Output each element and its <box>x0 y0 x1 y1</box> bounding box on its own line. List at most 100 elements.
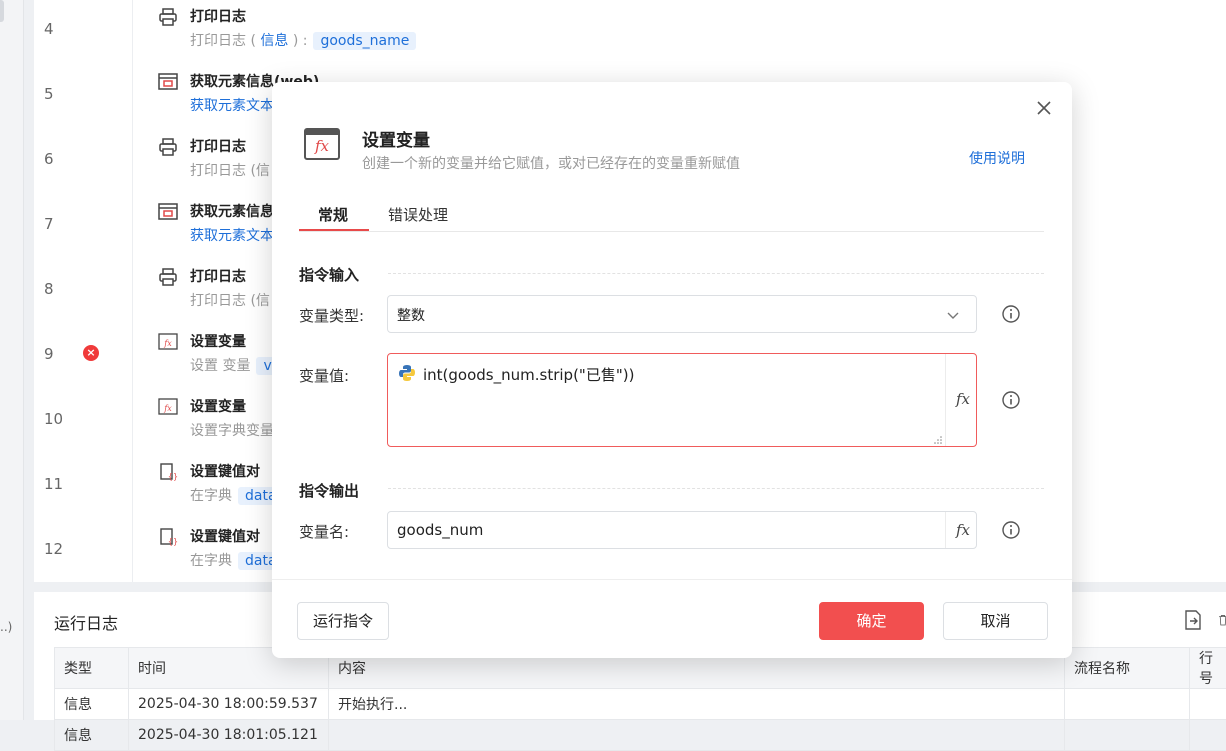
command-summary: 获取元素文本 <box>190 95 274 115</box>
line-number: 5 <box>44 85 74 103</box>
section-title-output: 指令输出 <box>299 480 359 501</box>
line-number: 8 <box>44 280 74 298</box>
set-variable-icon: fx <box>304 128 340 160</box>
web-element-icon <box>158 73 178 91</box>
info-icon[interactable] <box>1001 304 1021 324</box>
export-icon[interactable] <box>1184 610 1202 630</box>
table-row[interactable]: 信息 2025-04-30 18:01:05.121 <box>55 720 1226 751</box>
variable-value-input[interactable]: int(goods_num.strip("已售")) fx <box>387 353 977 447</box>
command-title[interactable]: 打印日志 <box>190 266 246 286</box>
line-number: 11 <box>44 475 74 493</box>
run-log-table: 类型 时间 内容 流程名称 行号 信息 2025-04-30 18:00:59.… <box>54 647 1226 751</box>
variable-type-select[interactable]: 整数 <box>387 295 977 333</box>
log-line-cell <box>1190 689 1226 720</box>
variable-type-label: 变量类型: <box>299 305 364 326</box>
column-header-type[interactable]: 类型 <box>55 648 129 689</box>
tab-error-handling[interactable]: 错误处理 <box>388 204 448 232</box>
set-variable-dialog: fx 设置变量 创建一个新的变量并给它赋值，或对已经存在的变量重新赋值 使用说明… <box>272 82 1072 658</box>
command-title[interactable]: 设置键值对 <box>190 461 260 481</box>
dialog-title: 设置变量 <box>362 126 430 151</box>
dialog-subtitle: 创建一个新的变量并给它赋值，或对已经存在的变量重新赋值 <box>362 153 740 173</box>
section-title-input: 指令输入 <box>299 264 359 285</box>
resize-handle-icon[interactable] <box>934 436 942 444</box>
log-time-cell: 2025-04-30 18:01:05.121 <box>129 720 329 751</box>
tab-general[interactable]: 常规 <box>318 204 348 232</box>
table-row[interactable]: 信息 2025-04-30 18:00:59.537 开始执行... <box>55 689 1226 720</box>
command-title[interactable]: 设置键值对 <box>190 526 260 546</box>
sidebar-edge <box>0 0 4 22</box>
run-command-button[interactable]: 运行指令 <box>297 602 389 640</box>
command-title[interactable]: 打印日志 <box>190 6 246 26</box>
command-title[interactable]: 设置变量 <box>190 396 246 416</box>
log-content-cell <box>329 720 1065 751</box>
section-divider <box>388 273 1044 274</box>
line-number: 12 <box>44 540 74 558</box>
confirm-button[interactable]: 确定 <box>819 602 924 640</box>
truncated-text: ..) <box>0 620 12 634</box>
error-x-icon[interactable]: × <box>83 345 99 361</box>
command-summary: 设置 变量v <box>190 355 279 375</box>
printer-icon <box>158 268 178 286</box>
line-number: 9 <box>44 345 74 363</box>
log-flow-cell <box>1065 689 1190 720</box>
dialog-tabs: 常规 错误处理 <box>299 200 1044 232</box>
command-summary: 设置字典变量 <box>190 420 274 440</box>
variable-name-label: 变量名: <box>299 521 349 542</box>
fx-separator <box>945 512 946 548</box>
line-number: 7 <box>44 215 74 233</box>
python-icon <box>398 364 416 382</box>
command-summary: 在字典data <box>190 485 284 505</box>
close-icon[interactable] <box>1032 96 1056 120</box>
set-variable-icon: fx <box>158 333 178 351</box>
svg-text:fx: fx <box>163 339 172 348</box>
variable-value-label: 变量值: <box>299 365 349 386</box>
dialog-footer: 运行指令 确定 取消 <box>272 579 1072 658</box>
command-title[interactable]: 打印日志 <box>190 136 246 156</box>
variable-name-value: goods_num <box>397 521 483 539</box>
command-summary: 打印日志 (信 <box>190 290 270 310</box>
column-header-line[interactable]: 行号 <box>1190 648 1226 689</box>
gutter-divider <box>132 0 133 582</box>
command-title[interactable]: 设置变量 <box>190 331 246 351</box>
info-icon[interactable] <box>1001 390 1021 410</box>
fx-icon[interactable]: fx <box>956 390 970 408</box>
svg-text:{}: {} <box>168 537 178 546</box>
command-summary: 在字典data <box>190 550 284 570</box>
run-log-title: 运行日志 <box>54 610 118 634</box>
command-summary: 打印日志 ( 信息 ) :goods_name <box>190 30 416 50</box>
printer-icon <box>158 138 178 156</box>
log-type-cell: 信息 <box>55 720 129 751</box>
left-sidebar-strip: ..) <box>0 0 24 720</box>
web-element-icon <box>158 203 178 221</box>
chevron-down-icon <box>946 308 960 322</box>
variable-name-input[interactable]: goods_num fx <box>387 511 977 549</box>
command-summary: 打印日志 (信 <box>190 160 270 180</box>
line-number: 6 <box>44 150 74 168</box>
command-summary: 获取元素文本 <box>190 225 274 245</box>
variable-chip: goods_name <box>313 32 416 50</box>
line-number: 4 <box>44 20 74 38</box>
set-variable-icon: fx <box>158 398 178 416</box>
log-type-cell: 信息 <box>55 689 129 720</box>
svg-text:{}: {} <box>168 472 178 481</box>
dict-key-icon: {} <box>158 528 178 546</box>
svg-text:fx: fx <box>163 404 172 413</box>
fx-icon[interactable]: fx <box>956 521 970 539</box>
log-flow-cell <box>1065 720 1190 751</box>
dict-key-icon: {} <box>158 463 178 481</box>
line-number: 10 <box>44 410 74 428</box>
command-title[interactable]: 获取元素信息 <box>190 201 274 221</box>
delete-icon[interactable] <box>1218 610 1226 630</box>
variable-value-code: int(goods_num.strip("已售")) <box>423 364 634 385</box>
fx-separator <box>945 354 946 446</box>
log-content-cell: 开始执行... <box>329 689 1065 720</box>
printer-icon <box>158 8 178 26</box>
variable-type-value: 整数 <box>397 305 425 325</box>
active-tab-indicator <box>299 229 369 231</box>
column-header-flow-name[interactable]: 流程名称 <box>1065 648 1190 689</box>
log-time-cell: 2025-04-30 18:00:59.537 <box>129 689 329 720</box>
help-link[interactable]: 使用说明 <box>969 148 1025 168</box>
info-icon[interactable] <box>1001 520 1021 540</box>
section-divider <box>388 488 1044 489</box>
cancel-button[interactable]: 取消 <box>943 602 1048 640</box>
